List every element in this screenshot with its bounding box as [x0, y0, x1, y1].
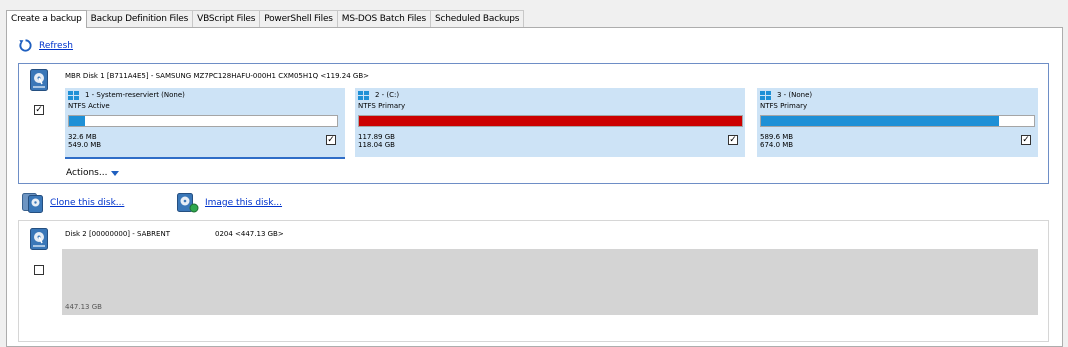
- clone-disk-icon: [22, 193, 43, 213]
- refresh-icon: [19, 39, 32, 52]
- partition-3-total: 674.0 MB: [760, 141, 794, 149]
- partition-2-checkbox[interactable]: ✓: [728, 135, 738, 145]
- partition-3-used: 589.6 MB: [760, 133, 794, 141]
- tab-vbscript-files[interactable]: VBScript Files: [192, 10, 261, 27]
- tab-create-backup[interactable]: Create a backup: [6, 10, 87, 28]
- image-disk-link[interactable]: Image this disk...: [177, 193, 282, 213]
- windows-logo-icon: [68, 91, 79, 100]
- partition-3-usage-fill: [761, 116, 999, 126]
- tab-scheduled-backups[interactable]: Scheduled Backups: [430, 10, 525, 27]
- image-disk-label[interactable]: Image this disk...: [205, 198, 282, 208]
- partition-2-type: NTFS Primary: [358, 102, 406, 110]
- unallocated-size: 447.13 GB: [65, 303, 102, 311]
- create-backup-panel: Refresh MBR Disk 1 [B711A4E5] - SAMSUNG …: [6, 27, 1063, 347]
- hard-disk-icon: [30, 228, 48, 250]
- disk-2-info: 0204 <447.13 GB>: [215, 230, 284, 238]
- windows-logo-icon: [760, 91, 771, 100]
- disk-2-box: Disk 2 [00000000] - SABRENT 0204 <447.13…: [18, 220, 1049, 342]
- tab-backup-definition-files[interactable]: Backup Definition Files: [85, 10, 194, 27]
- partition-2-usage-fill: [359, 116, 742, 126]
- actions-dropdown[interactable]: Actions...: [66, 168, 120, 178]
- partition-1[interactable]: 1 - System-reserviert (None) NTFS Active…: [65, 88, 345, 159]
- windows-logo-icon: [358, 91, 369, 100]
- partition-1-used: 32.6 MB: [68, 133, 97, 141]
- disk-2-checkbox[interactable]: [34, 265, 44, 275]
- partition-1-type: NTFS Active: [68, 102, 110, 110]
- partition-1-usage-fill: [69, 116, 86, 126]
- disk-1-title: MBR Disk 1 [B711A4E5] - SAMSUNG MZ7PC128…: [65, 72, 369, 80]
- partition-1-title: 1 - System-reserviert (None): [85, 91, 185, 99]
- partition-1-checkbox[interactable]: ✓: [326, 135, 336, 145]
- partition-2-total: 118.04 GB: [358, 141, 395, 149]
- clone-disk-link[interactable]: Clone this disk...: [22, 193, 124, 213]
- disk-1-checkbox[interactable]: ✓: [34, 105, 44, 115]
- chevron-down-icon: [111, 170, 120, 176]
- partition-3-type: NTFS Primary: [760, 102, 808, 110]
- refresh-label[interactable]: Refresh: [39, 41, 73, 51]
- clone-disk-label[interactable]: Clone this disk...: [50, 198, 124, 208]
- unallocated-space[interactable]: 447.13 GB: [62, 249, 1038, 315]
- partition-3-usage-bar: [760, 115, 1035, 127]
- partition-1-usage-bar: [68, 115, 338, 127]
- partition-3-checkbox[interactable]: ✓: [1021, 135, 1031, 145]
- refresh-link[interactable]: Refresh: [18, 38, 73, 53]
- disk-1-box: MBR Disk 1 [B711A4E5] - SAMSUNG MZ7PC128…: [18, 63, 1049, 184]
- hard-disk-icon: [30, 69, 48, 91]
- partition-2-used: 117.89 GB: [358, 133, 395, 141]
- tab-powershell-files[interactable]: PowerShell Files: [259, 10, 338, 27]
- partition-1-total: 549.0 MB: [68, 141, 102, 149]
- partition-2-title: 2 - (C:): [375, 91, 400, 99]
- partition-2-usage-bar: [358, 115, 743, 127]
- actions-label[interactable]: Actions...: [66, 168, 107, 178]
- tab-strip: Create a backup Backup Definition Files …: [6, 10, 525, 28]
- partition-2[interactable]: 2 - (C:) NTFS Primary 117.89 GB 118.04 G…: [355, 88, 745, 157]
- disk-2-title: Disk 2 [00000000] - SABRENT: [65, 230, 170, 238]
- image-disk-icon: [177, 193, 199, 213]
- tab-msdos-batch-files[interactable]: MS-DOS Batch Files: [336, 10, 431, 27]
- partition-3[interactable]: 3 - (None) NTFS Primary 589.6 MB 674.0 M…: [757, 88, 1038, 157]
- partition-3-title: 3 - (None): [777, 91, 813, 99]
